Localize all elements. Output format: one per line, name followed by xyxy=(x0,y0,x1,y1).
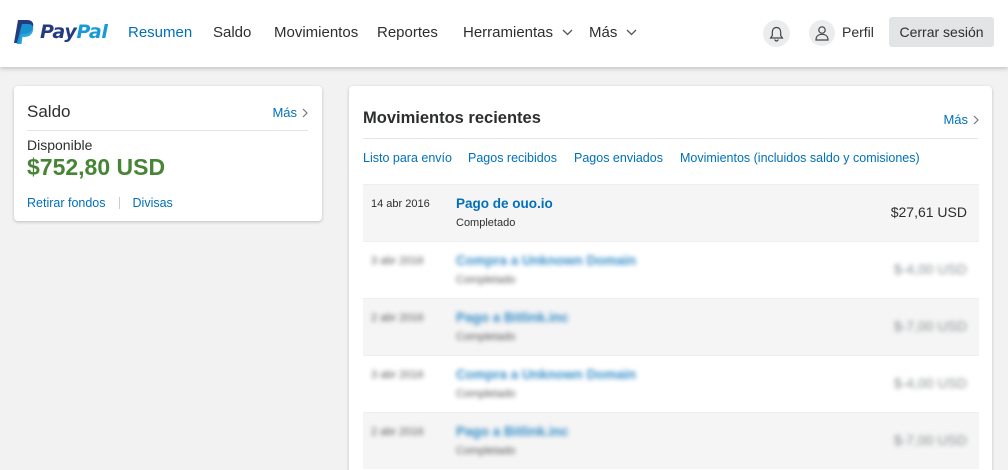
activity-status: Completado xyxy=(456,331,516,343)
nav-resumen[interactable]: Resumen xyxy=(128,24,192,41)
recent-activity-title: Movimientos recientes xyxy=(363,109,541,127)
chevron-down-icon xyxy=(562,29,573,36)
profile-avatar-button[interactable] xyxy=(809,20,835,46)
balance-more-link[interactable]: Más xyxy=(272,105,308,120)
nav-reportes[interactable]: Reportes xyxy=(377,24,438,41)
top-header: PayPal Resumen Saldo Movimientos Reporte… xyxy=(0,0,1008,67)
activity-status: Completado xyxy=(456,217,516,229)
chevron-right-icon xyxy=(973,115,979,124)
activity-description[interactable]: Compra a Unknown Domain xyxy=(456,253,636,268)
nav-saldo[interactable]: Saldo xyxy=(213,24,251,41)
divider xyxy=(27,130,308,131)
activity-row[interactable]: 3 abr 2016 Compra a Unknown Domain Compl… xyxy=(363,241,979,298)
profile-link[interactable]: Perfil xyxy=(842,24,874,40)
activity-list: 14 abr 2016 Pago de ouo.io Completado $2… xyxy=(363,184,979,469)
filter-all-activity[interactable]: Movimientos (incluidos saldo y comisione… xyxy=(680,151,920,165)
activity-date: 3 abr 2016 xyxy=(371,369,424,381)
link-separator xyxy=(118,197,120,209)
activity-description[interactable]: Pago a Bitlink.inc xyxy=(456,424,569,439)
activity-status: Completado xyxy=(456,274,516,286)
bell-icon xyxy=(769,26,784,42)
activity-amount: $27,61 USD xyxy=(890,204,967,220)
paypal-wordmark: PayPal xyxy=(40,21,108,43)
paypal-logo[interactable]: PayPal xyxy=(13,18,108,46)
nav-mas[interactable]: Más xyxy=(589,24,637,41)
nav-herramientas[interactable]: Herramientas xyxy=(463,24,573,41)
paypal-p-icon xyxy=(14,20,34,44)
activity-more-link[interactable]: Más xyxy=(943,112,979,127)
available-label: Disponible xyxy=(27,137,93,153)
activity-row[interactable]: 2 abr 2016 Pago a Bitlink.inc Completado… xyxy=(363,412,979,469)
filter-ready-to-ship[interactable]: Listo para envío xyxy=(363,151,452,165)
activity-row[interactable]: 3 abr 2016 Compra a Unknown Domain Compl… xyxy=(363,355,979,412)
activity-date: 2 abr 2016 xyxy=(371,426,424,438)
activity-status: Completado xyxy=(456,445,516,457)
nav-movimientos[interactable]: Movimientos xyxy=(274,24,358,41)
balance-title: Saldo xyxy=(27,102,71,121)
recent-activity-card: Movimientos recientes Más Listo para env… xyxy=(349,86,992,470)
user-icon xyxy=(815,26,829,41)
activity-row[interactable]: 14 abr 2016 Pago de ouo.io Completado $2… xyxy=(363,184,979,241)
activity-date: 14 abr 2016 xyxy=(371,198,430,210)
balance-amount: $752,80 USD xyxy=(27,154,166,180)
balance-card: Saldo Más Disponible $752,80 USD Retirar… xyxy=(14,86,322,221)
chevron-right-icon xyxy=(302,108,308,117)
filter-payments-sent[interactable]: Pagos enviados xyxy=(574,151,663,165)
logout-button[interactable]: Cerrar sesión xyxy=(889,17,994,47)
divider xyxy=(363,138,978,139)
balance-actions: Retirar fondos Divisas xyxy=(27,196,173,210)
activity-amount: $-4,00 USD xyxy=(893,375,967,391)
activity-description[interactable]: Compra a Unknown Domain xyxy=(456,367,636,382)
notifications-button[interactable] xyxy=(763,20,790,47)
activity-date: 2 abr 2016 xyxy=(371,312,424,324)
withdraw-funds-link[interactable]: Retirar fondos xyxy=(27,196,106,210)
activity-row[interactable]: 2 abr 2016 Pago a Bitlink.inc Completado… xyxy=(363,298,979,355)
activity-amount: $-7,00 USD xyxy=(893,318,967,334)
activity-amount: $-7,00 USD xyxy=(893,432,967,448)
chevron-down-icon xyxy=(626,29,637,36)
activity-amount: $-4,00 USD xyxy=(893,261,967,277)
activity-description[interactable]: Pago a Bitlink.inc xyxy=(456,310,569,325)
activity-status: Completado xyxy=(456,388,516,400)
activity-description[interactable]: Pago de ouo.io xyxy=(456,196,553,211)
currencies-link[interactable]: Divisas xyxy=(133,196,173,210)
filter-payments-received[interactable]: Pagos recibidos xyxy=(468,151,557,165)
activity-date: 3 abr 2016 xyxy=(371,255,424,267)
